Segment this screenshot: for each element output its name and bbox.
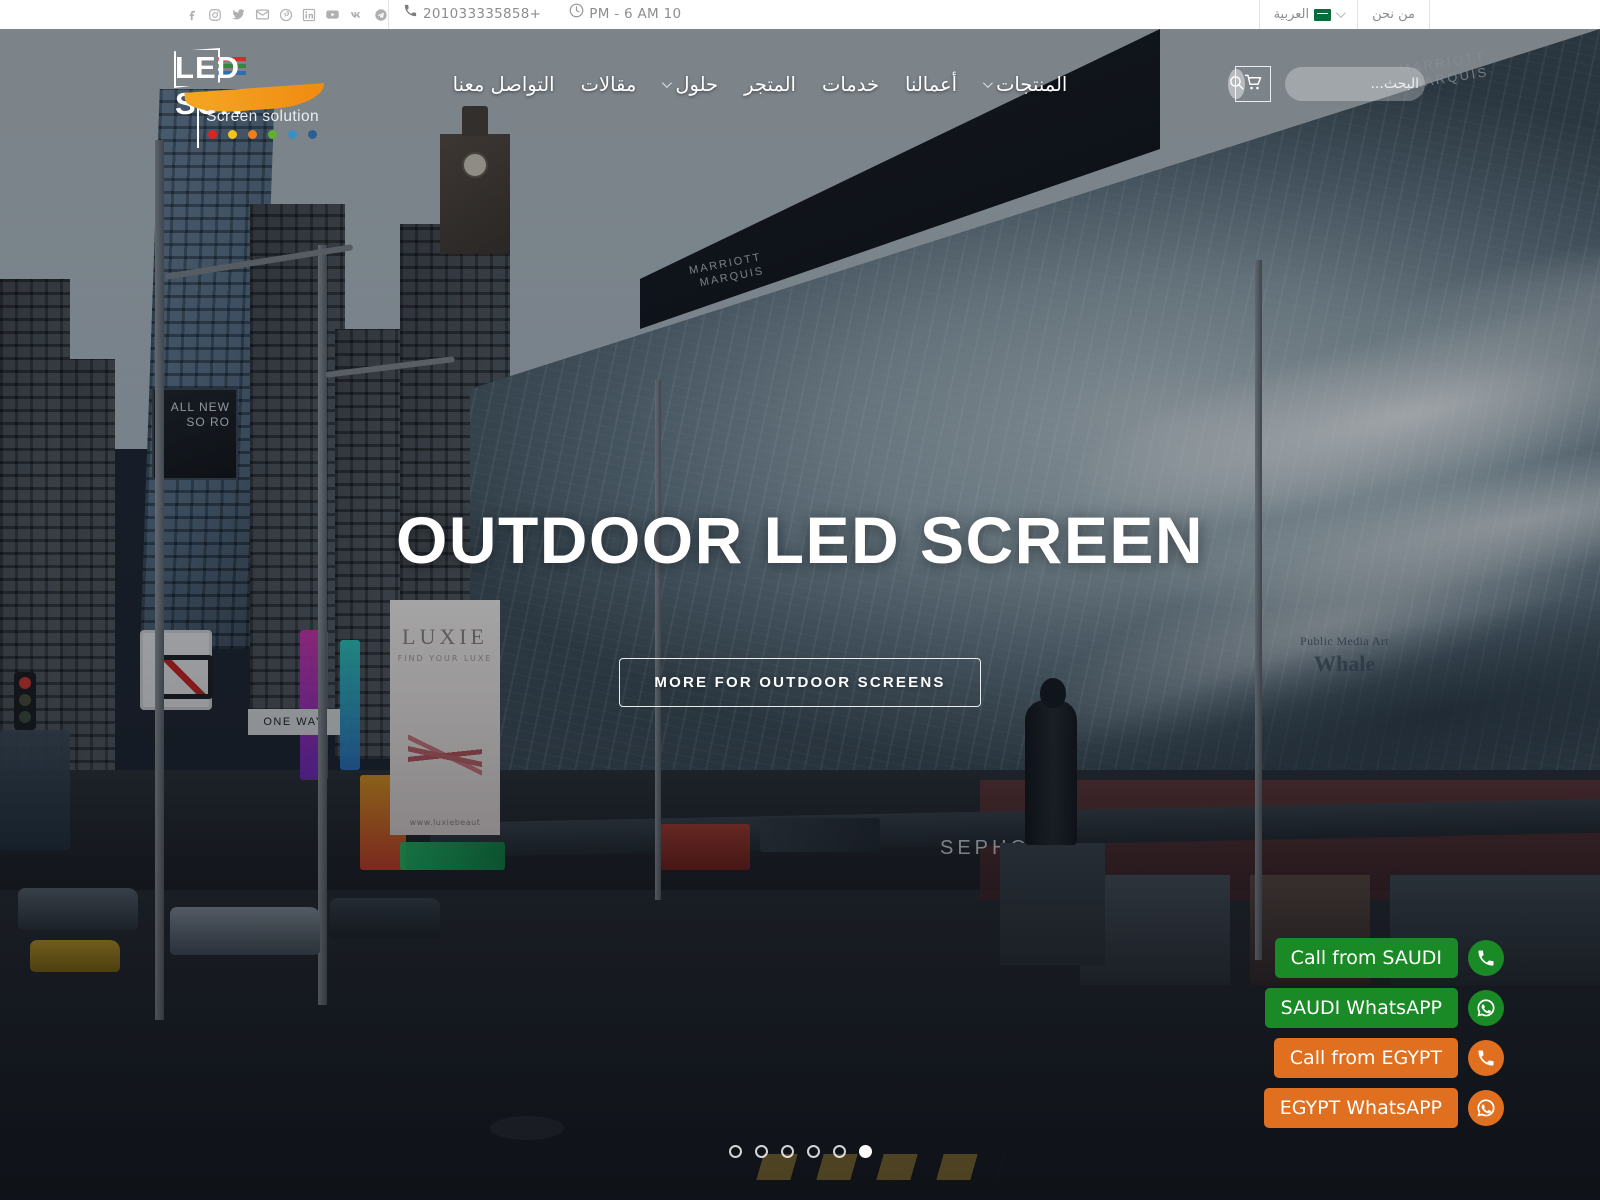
contact-whatsapp-egypt[interactable]: EGYPT WhatsAPP <box>1263 1088 1504 1128</box>
contact-label: SAUDI WhatsAPP <box>1264 988 1458 1028</box>
vk-icon[interactable] <box>349 7 365 23</box>
slider-dot-1[interactable] <box>728 1145 742 1158</box>
billboard-caption-title: Whale <box>1313 651 1376 676</box>
slider-dot-4[interactable] <box>806 1145 820 1158</box>
divider <box>388 0 389 29</box>
header-tools <box>1228 66 1425 102</box>
chevron-down-icon <box>662 77 673 88</box>
site-logo[interactable]: LED SUN Screen solution <box>174 34 326 148</box>
clock-icon <box>569 0 584 29</box>
chevron-down-icon <box>983 77 993 88</box>
nav-item-products[interactable]: المنتجات <box>983 73 1067 96</box>
email-icon[interactable] <box>255 7 270 22</box>
phone-icon <box>403 0 418 29</box>
nav-label: مقالات <box>580 72 637 96</box>
contact-phone[interactable]: +201033335858 <box>389 0 555 29</box>
about-us-link[interactable]: من نحن <box>1358 0 1429 29</box>
pinterest-icon[interactable] <box>279 8 293 22</box>
chevron-down-icon <box>1336 8 1346 19</box>
nav-label: أعمالنا <box>905 72 958 96</box>
youtube-icon[interactable] <box>325 7 340 22</box>
contact-whatsapp-saudi[interactable]: SAUDI WhatsAPP <box>1264 988 1504 1028</box>
cart-button[interactable] <box>1235 66 1271 102</box>
instagram-icon[interactable] <box>208 8 222 22</box>
hero-cta-button[interactable]: MORE FOR OUTDOOR SCREENS <box>619 658 981 707</box>
slider-dot-5[interactable] <box>832 1145 846 1158</box>
contact-call-egypt[interactable]: Call from EGYPT <box>1273 1038 1504 1078</box>
slider-dot-2[interactable] <box>754 1145 768 1158</box>
site-header: المنتجات أعمالنا خدمات المتجر حلول مقالا… <box>0 29 1600 148</box>
phone-number: +201033335858 <box>423 6 542 22</box>
nav-label: التواصل معنا <box>452 72 555 96</box>
search-box[interactable] <box>1228 67 1425 101</box>
top-bar-left: من نحن العربية <box>1258 0 1430 29</box>
nav-item-contact-us[interactable]: التواصل معنا <box>453 73 555 96</box>
working-hours-label: 10 PM - 6 AM <box>589 6 682 22</box>
contact-label: Call from SAUDI <box>1274 938 1458 978</box>
nav-label: خدمات <box>821 72 880 96</box>
slider-dot-6[interactable] <box>858 1145 872 1158</box>
shopping-cart-icon <box>1244 73 1263 95</box>
contact-call-saudi[interactable]: Call from SAUDI <box>1274 938 1504 978</box>
about-us-label: من نحن <box>1372 7 1415 22</box>
saudi-flag-icon <box>1314 8 1332 21</box>
main-navigation: المنتجات أعمالنا خدمات المتجر حلول مقالا… <box>453 73 1068 96</box>
nav-item-services[interactable]: خدمات <box>822 73 879 96</box>
nav-label: المتجر <box>744 72 796 96</box>
nav-item-our-work[interactable]: أعمالنا <box>905 73 957 96</box>
social-links <box>175 7 388 23</box>
linkedin-icon[interactable] <box>302 8 316 22</box>
billboard-caption: Public Media Art Whale <box>1300 634 1389 677</box>
nav-item-articles[interactable]: مقالات <box>581 73 637 96</box>
logo-dots <box>208 130 318 139</box>
divider <box>1258 0 1260 29</box>
logo-subtitle: Screen solution <box>206 108 320 125</box>
telegram-icon[interactable] <box>374 8 388 22</box>
nav-label: المنتجات <box>996 72 1068 96</box>
facebook-icon[interactable] <box>185 8 199 22</box>
slider-dot-3[interactable] <box>780 1145 794 1158</box>
slider-pagination <box>0 1145 1600 1158</box>
divider <box>1357 0 1359 29</box>
top-bar: من نحن العربية 10 PM - 6 AM +20103333585… <box>0 0 1600 29</box>
nav-item-store[interactable]: المتجر <box>744 73 796 96</box>
nav-label: حلول <box>675 72 719 96</box>
language-switcher[interactable]: العربية <box>1260 0 1358 29</box>
contact-label: Call from EGYPT <box>1273 1038 1458 1078</box>
divider <box>1429 0 1430 29</box>
twitter-icon[interactable] <box>231 7 246 22</box>
language-label: العربية <box>1273 7 1310 22</box>
floating-contact-buttons: Call from SAUDI SAUDI WhatsAPP Call from… <box>1263 938 1504 1128</box>
search-input[interactable] <box>1245 76 1419 92</box>
page-root: من نحن العربية 10 PM - 6 AM +20103333585… <box>0 0 1600 1200</box>
nav-item-solutions[interactable]: حلول <box>662 73 718 96</box>
working-hours: 10 PM - 6 AM <box>555 0 695 29</box>
phone-icon[interactable] <box>1468 940 1504 976</box>
whatsapp-icon[interactable] <box>1468 1090 1504 1126</box>
phone-icon[interactable] <box>1468 1040 1504 1076</box>
whatsapp-icon[interactable] <box>1468 990 1504 1026</box>
top-bar-right: 10 PM - 6 AM +201033335858 <box>175 0 695 29</box>
contact-label: EGYPT WhatsAPP <box>1263 1088 1458 1128</box>
billboard-caption-small: Public Media Art <box>1300 634 1390 648</box>
